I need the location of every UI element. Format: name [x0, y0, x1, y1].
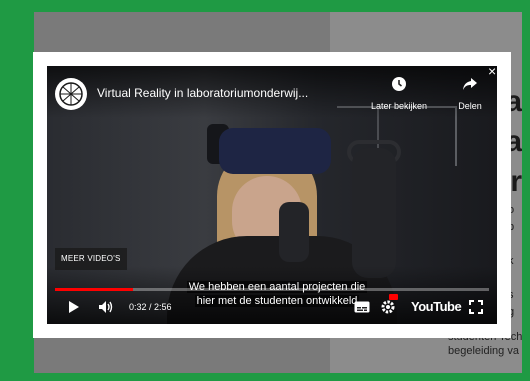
- bottom-text-line: begeleiding va: [448, 345, 519, 357]
- youtube-player[interactable]: Virtual Reality in laboratoriumonderwij.…: [47, 66, 497, 324]
- video-vr-headset: [219, 128, 331, 174]
- watch-later-button[interactable]: Later bekijken: [359, 76, 439, 112]
- time-display: 0:32 / 2:56: [129, 302, 172, 312]
- close-modal-button[interactable]: ×: [488, 64, 496, 78]
- volume-icon: [99, 301, 113, 313]
- channel-logo-icon[interactable]: [55, 78, 87, 110]
- play-icon: [69, 301, 79, 313]
- player-controls: 0:32 / 2:56 YouTube: [47, 294, 497, 320]
- video-controller-left: [279, 202, 309, 262]
- progress-bar[interactable]: [55, 288, 489, 291]
- subtitles-button[interactable]: [353, 298, 371, 316]
- hd-badge-icon: [389, 294, 398, 300]
- share-button[interactable]: Delen: [447, 76, 493, 112]
- watch-later-label: Later bekijken: [370, 101, 428, 111]
- more-videos-button[interactable]: MEER VIDEO'S: [55, 248, 127, 270]
- progress-bar-fill: [55, 288, 134, 291]
- youtube-logo[interactable]: YouTube: [411, 300, 462, 314]
- share-arrow-icon: [463, 78, 477, 90]
- fullscreen-icon: [469, 300, 483, 314]
- fullscreen-button[interactable]: [467, 298, 485, 316]
- settings-button[interactable]: [379, 294, 398, 316]
- play-button[interactable]: [65, 298, 83, 316]
- video-controller-right: [352, 148, 396, 278]
- video-title[interactable]: Virtual Reality in laboratoriumonderwij.…: [97, 86, 308, 100]
- volume-button[interactable]: [97, 298, 115, 316]
- caption-line-1: We hebben een aantal projecten die: [186, 281, 368, 293]
- share-label: Delen: [458, 101, 482, 111]
- green-stripe: [10, 12, 34, 373]
- settings-gear-icon: [381, 300, 395, 314]
- clock-icon: [392, 77, 406, 91]
- subtitles-icon: [354, 301, 370, 313]
